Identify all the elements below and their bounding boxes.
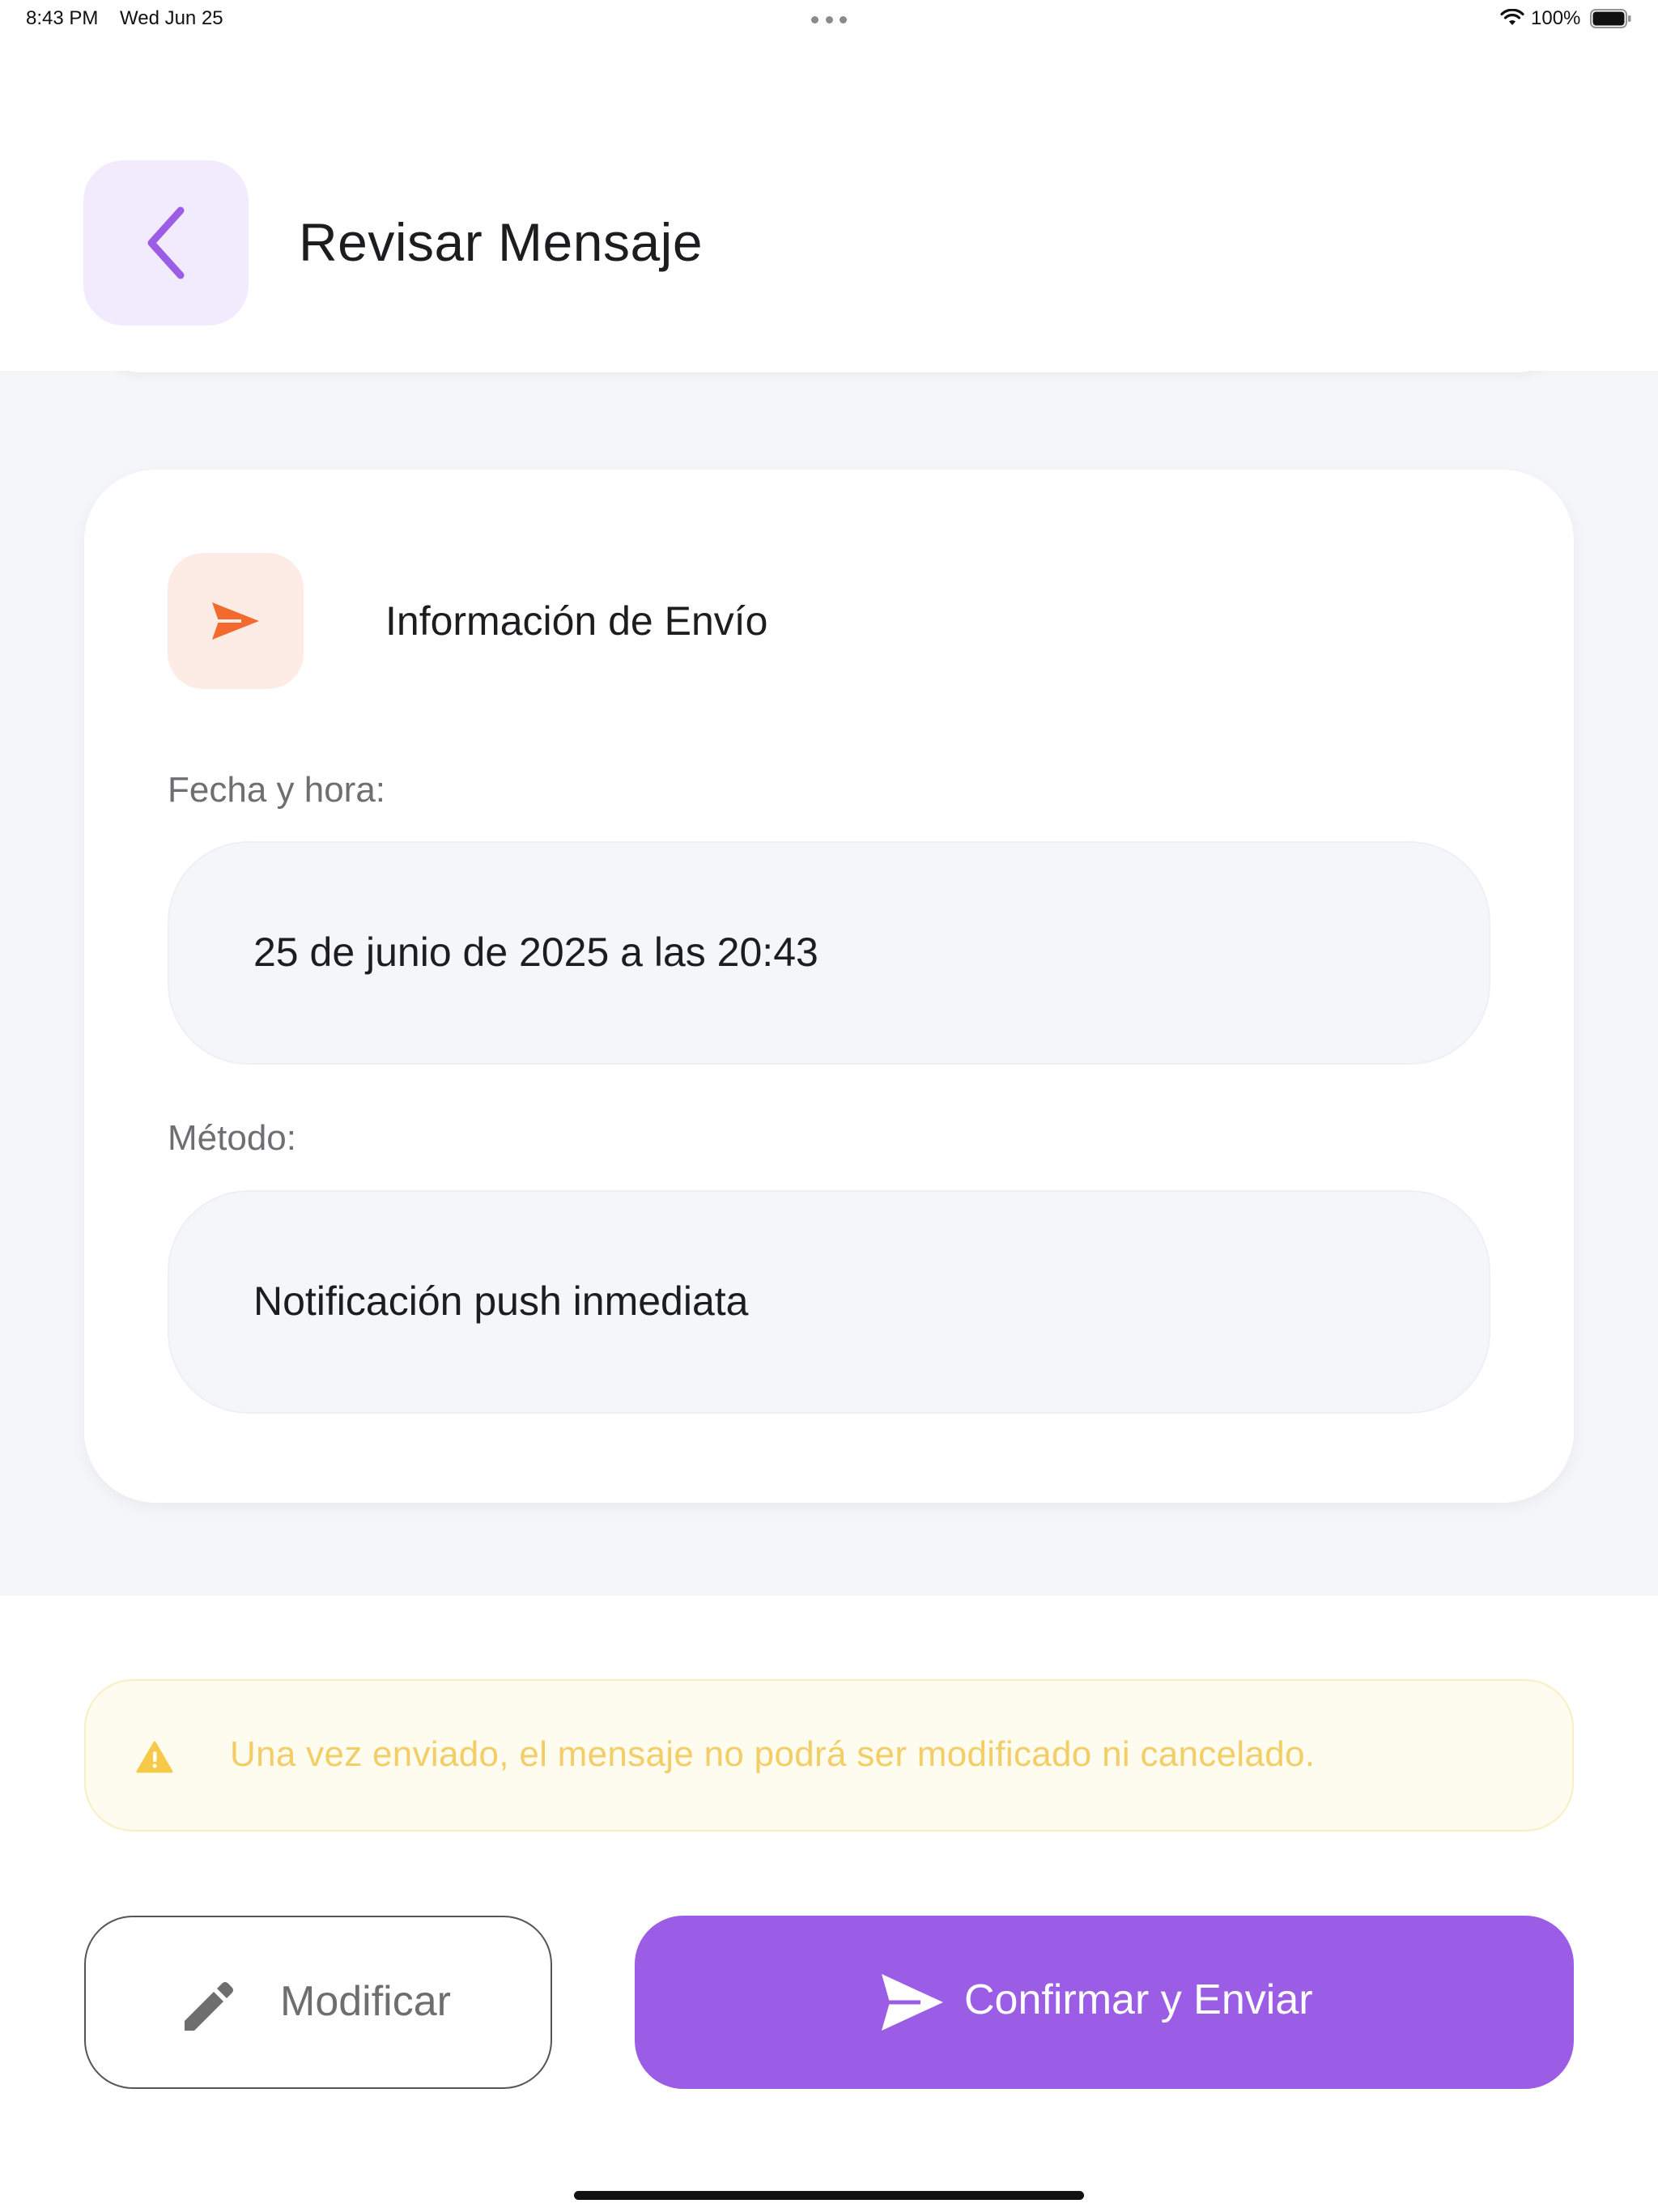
chevron-left-icon [147, 206, 185, 279]
pencil-icon [185, 1982, 233, 2031]
warning-banner: Una vez enviado, el mensaje no podrá ser… [84, 1679, 1574, 1831]
wifi-icon [1500, 9, 1524, 25]
send-icon-container [168, 553, 304, 689]
battery-percentage: 100% [1531, 7, 1581, 29]
warning-icon [136, 1741, 173, 1773]
multitasking-dots-icon[interactable] [811, 16, 847, 23]
battery-icon [1590, 9, 1631, 28]
shipping-info-card: Información de Envío Fecha y hora: 25 de… [84, 470, 1574, 1503]
send-icon [882, 1974, 943, 2031]
date-field: 25 de junio de 2025 a las 20:43 [168, 841, 1490, 1065]
home-indicator[interactable] [574, 2191, 1084, 2200]
card-title: Información de Envío [385, 598, 768, 644]
send-icon [212, 602, 259, 640]
status-time: 8:43 PM [26, 7, 99, 29]
modify-button-label: Modificar [280, 1978, 451, 2025]
date-value: 25 de junio de 2025 a las 20:43 [253, 929, 818, 975]
content-area[interactable]: Información de Envío Fecha y hora: 25 de… [0, 371, 1658, 1596]
header: Revisar Mensaje [0, 39, 1658, 371]
previous-card [84, 371, 1574, 372]
status-date: Wed Jun 25 [120, 7, 223, 29]
date-label: Fecha y hora: [168, 770, 386, 810]
page-title: Revisar Mensaje [299, 212, 704, 272]
back-button[interactable] [83, 160, 249, 325]
method-field: Notificación push inmediata [168, 1190, 1490, 1414]
status-bar: 8:43 PM Wed Jun 25 100% [0, 0, 1658, 39]
method-value: Notificación push inmediata [253, 1278, 749, 1324]
confirm-button-label: Confirmar y Enviar [964, 1976, 1313, 2023]
warning-text: Una vez enviado, el mensaje no podrá ser… [230, 1734, 1316, 1774]
modify-button[interactable]: Modificar [84, 1916, 552, 2089]
method-label: Método: [168, 1118, 296, 1158]
confirm-send-button[interactable]: Confirmar y Enviar [635, 1916, 1574, 2089]
